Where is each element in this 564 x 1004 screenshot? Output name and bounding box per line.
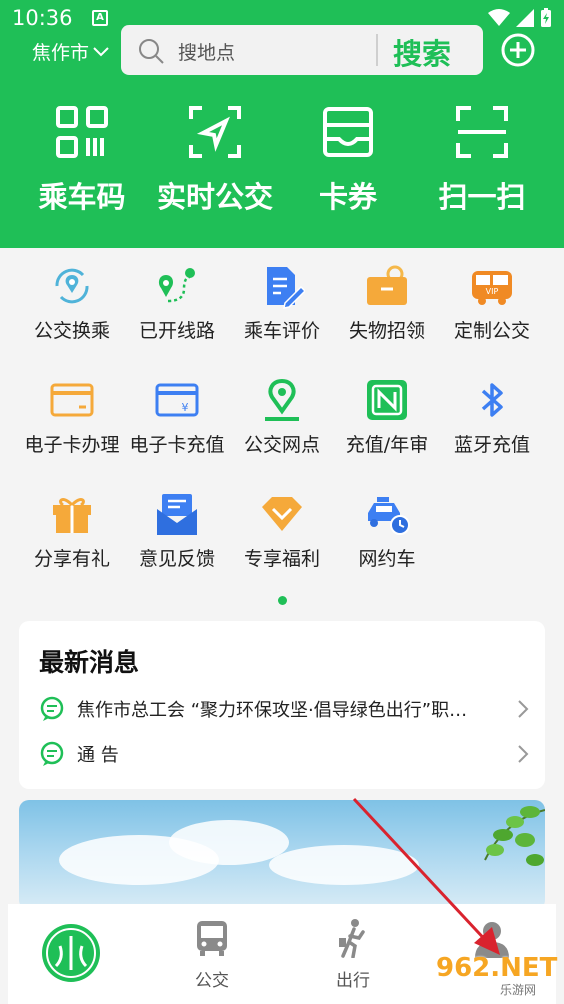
app-header: 10:36 A 焦作市 搜地点 搜索 乘车码 实时公交 卡券 扫一扫 [0,0,564,248]
notification-badge-icon: A [92,10,108,26]
message-bubble-icon [40,741,64,766]
card-icon [50,383,94,417]
svg-text:VIP: VIP [486,287,499,296]
watermark-subtext: 乐游网 [500,983,537,997]
service-bluetooth-recharge[interactable]: 蓝牙充值 [436,372,548,457]
lost-found-box-icon [367,265,407,305]
chevron-right-icon [518,745,529,763]
service-label: 充值/年审 [345,434,429,456]
search-button[interactable]: 搜索 [393,31,451,73]
message-bubble-icon [40,696,64,721]
news-item[interactable]: 通 告 [39,736,529,772]
watermark: 962.NET 乐游网 [428,953,558,999]
search-divider [376,34,378,66]
scan-icon [456,106,508,158]
top-nav: 乘车码 实时公交 卡券 扫一扫 [0,100,564,230]
service-label: 分享有礼 [33,548,110,570]
wallet-card-icon [323,107,373,157]
service-opened-routes[interactable]: 已开线路 [121,258,233,343]
transfer-location-icon [55,268,89,304]
watermark-text: 962.NET [436,953,558,983]
service-share-gift[interactable]: 分享有礼 [16,486,128,571]
cloud-shape [169,820,289,865]
service-label: 公交网点 [243,434,320,456]
top-nav-label: 卡券 [318,180,377,214]
battery-icon [541,8,551,27]
service-ride-review[interactable]: 乘车评价 [226,258,338,343]
qr-code-icon [56,106,108,158]
tab-bus[interactable]: 公交 [152,904,272,1004]
taxi-icon [368,497,410,535]
service-label: 电子卡充值 [129,434,225,456]
top-nav-ride-code[interactable]: 乘车码 [12,100,152,216]
service-label: 电子卡办理 [24,434,120,456]
service-bus-outlets[interactable]: 公交网点 [226,372,338,457]
edit-document-icon [267,267,305,309]
diamond-icon [262,497,302,531]
service-lost-found[interactable]: 失物招领 [331,258,443,343]
location-pin-icon [265,378,299,421]
service-bus-transfer[interactable]: 公交换乘 [16,258,128,343]
add-circle-icon[interactable] [500,32,536,68]
bluetooth-icon [481,383,503,417]
service-ecard-recharge[interactable]: ¥ 电子卡充值 [121,372,233,457]
page-indicator-dot [278,596,287,605]
tab-home[interactable] [8,904,128,1004]
search-input[interactable]: 搜地点 [178,38,235,65]
service-label: 定制公交 [453,320,530,342]
news-item[interactable]: 焦作市总工会 “聚力环保攻坚·倡导绿色出行”职… [39,691,529,727]
service-feedback[interactable]: 意见反馈 [121,486,233,571]
service-label: 乘车评价 [243,320,320,342]
tab-label: 出行 [336,971,370,991]
city-label: 焦作市 [32,42,90,64]
service-label: 网约车 [358,548,416,570]
top-nav-label: 扫一扫 [438,180,526,214]
service-label: 失物招领 [348,320,425,342]
status-time: 10:36 [12,6,73,30]
news-title: 最新消息 [39,648,140,677]
news-item-text: 通 告 [77,745,119,766]
vip-bus-icon: VIP [472,271,512,305]
service-recharge-annual[interactable]: 充值/年审 [331,372,443,457]
city-selector[interactable]: 焦作市 [32,38,109,65]
service-label: 公交换乘 [33,320,110,342]
app-logo-icon [42,924,100,982]
service-ecard-apply[interactable]: 电子卡办理 [16,372,128,457]
top-nav-scan[interactable]: 扫一扫 [412,100,552,216]
top-nav-coupons[interactable]: 卡券 [278,100,418,216]
top-nav-label: 实时公交 [156,180,273,214]
search-icon [139,39,164,64]
top-nav-label: 乘车码 [38,180,126,214]
service-custom-bus[interactable]: VIP 定制公交 [436,258,548,343]
service-exclusive-benefits[interactable]: 专享福利 [226,486,338,571]
wifi-icon [488,9,510,26]
feedback-mail-icon [157,494,197,535]
news-card: 最新消息 焦作市总工会 “聚力环保攻坚·倡导绿色出行”职… 通 告 [19,621,545,789]
service-label: 蓝牙充值 [453,434,530,456]
service-label: 专享福利 [243,548,320,570]
service-label: 意见反馈 [138,548,215,570]
gift-icon [53,498,91,533]
service-label: 已开线路 [138,320,215,342]
card-recharge-icon: ¥ [155,383,199,417]
route-icon [158,268,195,303]
search-bar[interactable]: 搜地点 搜索 [121,25,483,75]
bus-icon [197,921,227,956]
chevron-down-icon [93,46,109,56]
navigation-arrow-icon [189,106,241,158]
news-item-text: 焦作市总工会 “聚力环保攻坚·倡导绿色出行”职… [77,700,468,721]
top-nav-realtime-bus[interactable]: 实时公交 [145,100,285,216]
nfc-icon [367,380,407,420]
status-icons [488,8,552,28]
svg-text:¥: ¥ [182,401,189,414]
red-arrow-annotation-icon [352,797,500,955]
signal-icon [516,9,534,27]
tab-label: 公交 [195,971,229,991]
chevron-right-icon [518,700,529,718]
service-ride-hailing[interactable]: 网约车 [331,486,443,571]
